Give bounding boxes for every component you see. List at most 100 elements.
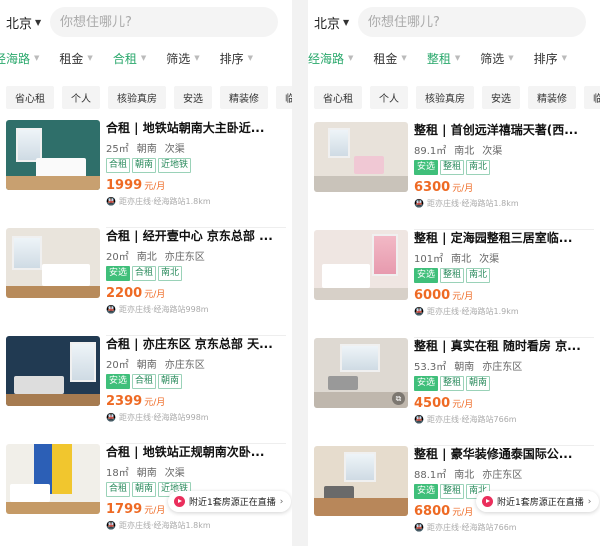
price-unit: 元/月 (452, 508, 474, 518)
listing-photo (6, 228, 100, 298)
listing-badge: 安选 (414, 484, 439, 499)
listing-photo (314, 446, 408, 516)
top-bar: 北京 ▼ (308, 0, 600, 44)
listing-distance: 🚇 距亦庄线·经海路站766m (414, 414, 596, 425)
filter-rent[interactable]: 租金 ▼ (373, 50, 406, 67)
tag-chip[interactable]: 临地铁 (584, 85, 600, 109)
triangle-down-icon: ▼ (561, 54, 568, 62)
tag-chip[interactable]: 精装修 (220, 85, 268, 109)
price-value: 2200 (106, 286, 143, 301)
listing-info: 整租 | 首创远洋禧瑞天著(西... 89.1㎡ 南北 次渠 安选 整租 南北 6300… (414, 122, 596, 209)
filter-more[interactable]: 筛选 ▼ (166, 50, 199, 67)
tag-chip[interactable]: 精装修 (528, 85, 576, 109)
listing-district: 亦庄东区 (164, 360, 205, 371)
tag-chip[interactable]: 安选 (482, 85, 520, 109)
listing-badge: 安选 (414, 160, 439, 175)
live-play-icon (174, 496, 185, 507)
filter-rent[interactable]: 租金 ▼ (59, 50, 92, 67)
right-panel: 北京▼ 经海路▼ 租金▼ 整租▼ 筛选▼ 排序▼ 省心租 个人 核验真房 安选 … (308, 0, 600, 546)
price-unit: 元/月 (452, 400, 474, 410)
listing-badges: 安选 整租 朝南 (414, 376, 596, 391)
listing-price: 4500 元/月 (414, 396, 596, 411)
price-unit: 元/月 (452, 184, 474, 194)
filter-bar: 经海路 ▼ 租金 ▼ 合租 ▼ 筛选 ▼ 排序 ▼ (0, 44, 292, 72)
listing-card[interactable]: 合租 | 亦庄东区 京东总部 天... 20㎡ 朝南 亦庄东区 安选 合租 朝南 239… (6, 336, 292, 444)
filter-location[interactable]: 经海路 ▼ (308, 50, 353, 67)
distance-text: 距亦庄线·经海路站998m (118, 413, 209, 422)
filter-type[interactable]: 整租 ▼ (427, 50, 460, 67)
listing-card[interactable]: ⧉ 整租 | 真实在租 随时看房 京... 53.3㎡ 朝南 亦庄东区 安选 整租 朝南… (314, 338, 600, 446)
tag-chip[interactable]: 核验真房 (108, 85, 166, 109)
listing-area: 18㎡ (106, 468, 129, 479)
triangle-down-icon: ▼ (401, 54, 407, 62)
listing-badge: 近地铁 (158, 158, 192, 173)
listing-price: 6300 元/月 (414, 180, 596, 195)
tag-chip[interactable]: 个人 (62, 85, 100, 109)
live-stream-banner[interactable]: 附近1套房源正在直播 › (476, 491, 600, 512)
filter-bar: 经海路 ▼ 租金 ▼ 整租 ▼ 筛选 ▼ 排序 ▼ (308, 44, 600, 72)
filter-location[interactable]: 经海路 ▼ (0, 50, 39, 67)
filter-label: 合租 (112, 51, 137, 66)
listing-distance: 🚇 距亦庄线·经海路站1.8km (106, 196, 288, 207)
subway-icon: 🚇 (106, 521, 116, 530)
listing-orientation: 朝南 (454, 362, 475, 373)
tag-chip[interactable]: 个人 (370, 85, 408, 109)
tag-chip[interactable]: 省心租 (314, 85, 362, 109)
listing-badge: 整租 (440, 268, 465, 283)
listing-price: 1999 元/月 (106, 178, 288, 193)
filter-sort[interactable]: 排序 ▼ (220, 50, 253, 67)
filter-more[interactable]: 筛选 ▼ (480, 50, 513, 67)
listing-area: 101㎡ (414, 254, 444, 265)
listing-price: 2200 元/月 (106, 286, 288, 301)
listing-card[interactable]: 整租 | 定海园整租三居室临... 101㎡ 南北 次渠 安选 整租 南北 6000 元/… (314, 230, 600, 338)
tag-chip[interactable]: 临地铁 (276, 85, 292, 109)
city-selector[interactable]: 北京 ▼ (6, 13, 50, 32)
filter-sort[interactable]: 排序 ▼ (534, 50, 567, 67)
search-input[interactable] (368, 14, 586, 30)
chevron-right-icon: › (587, 496, 592, 507)
distance-text: 距亦庄线·经海路站998m (118, 305, 209, 314)
listing-area: 20㎡ (106, 252, 129, 263)
listing-card[interactable]: 合租 | 经开壹中心 京东总部 ... 20㎡ 南北 亦庄东区 安选 合租 南北 220… (6, 228, 292, 336)
listing-distance: 🚇 距亦庄线·经海路站1.8km (414, 198, 596, 209)
filter-label: 租金 (59, 51, 84, 66)
city-selector[interactable]: 北京 ▼ (314, 13, 358, 32)
distance-text: 距亦庄线·经海路站766m (426, 415, 517, 424)
live-stream-banner[interactable]: 附近1套房源正在直播 › (168, 491, 292, 512)
listing-badge: 安选 (414, 376, 439, 391)
live-play-icon (482, 496, 493, 507)
search-bar[interactable] (50, 7, 278, 37)
distance-text: 距亦庄线·经海路站1.9km (426, 307, 519, 316)
listing-distance: 🚇 距亦庄线·经海路站998m (106, 412, 288, 423)
search-bar[interactable] (358, 7, 586, 37)
price-unit: 元/月 (144, 182, 166, 192)
listing-badges: 合租 朝南 近地铁 (106, 158, 288, 173)
listing-distance: 🚇 距亦庄线·经海路站1.9km (414, 306, 596, 317)
live-banner-text: 附近1套房源正在直播 (497, 498, 584, 508)
listing-card[interactable]: 整租 | 首创远洋禧瑞天著(西... 89.1㎡ 南北 次渠 安选 整租 南北 6300… (314, 122, 600, 230)
listing-title: 合租 | 经开壹中心 京东总部 ... (106, 229, 273, 243)
search-input[interactable] (60, 14, 278, 30)
filter-label: 筛选 (480, 51, 505, 66)
filter-type[interactable]: 合租 ▼ (113, 50, 146, 67)
caret-down-icon: ▼ (343, 17, 350, 27)
price-value: 6800 (414, 504, 451, 519)
subway-icon: 🚇 (106, 413, 116, 422)
tag-chip[interactable]: 核验真房 (416, 85, 474, 109)
listing-title: 整租 | 豪华装修通泰国际公... (414, 447, 573, 461)
city-label: 北京 (6, 16, 33, 32)
filter-label: 经海路 (0, 51, 31, 66)
listing-meta: 25㎡ 朝南 次渠 (106, 140, 288, 155)
tag-chip[interactable]: 省心租 (6, 85, 54, 109)
filter-label: 租金 (373, 51, 398, 66)
listing-badge: 南北 (466, 160, 491, 175)
price-value: 2399 (106, 394, 143, 409)
listing-photo (314, 122, 408, 192)
top-bar: 北京 ▼ (0, 0, 292, 44)
listing-orientation: 朝南 (136, 468, 157, 479)
listing-district: 次渠 (164, 144, 185, 155)
listing-area: 89.1㎡ (414, 146, 447, 157)
filter-label: 筛选 (166, 51, 191, 66)
listing-card[interactable]: 合租 | 地铁站朝南大主卧近... 25㎡ 朝南 次渠 合租 朝南 近地铁 1999 元/… (6, 120, 292, 228)
tag-chip[interactable]: 安选 (174, 85, 212, 109)
